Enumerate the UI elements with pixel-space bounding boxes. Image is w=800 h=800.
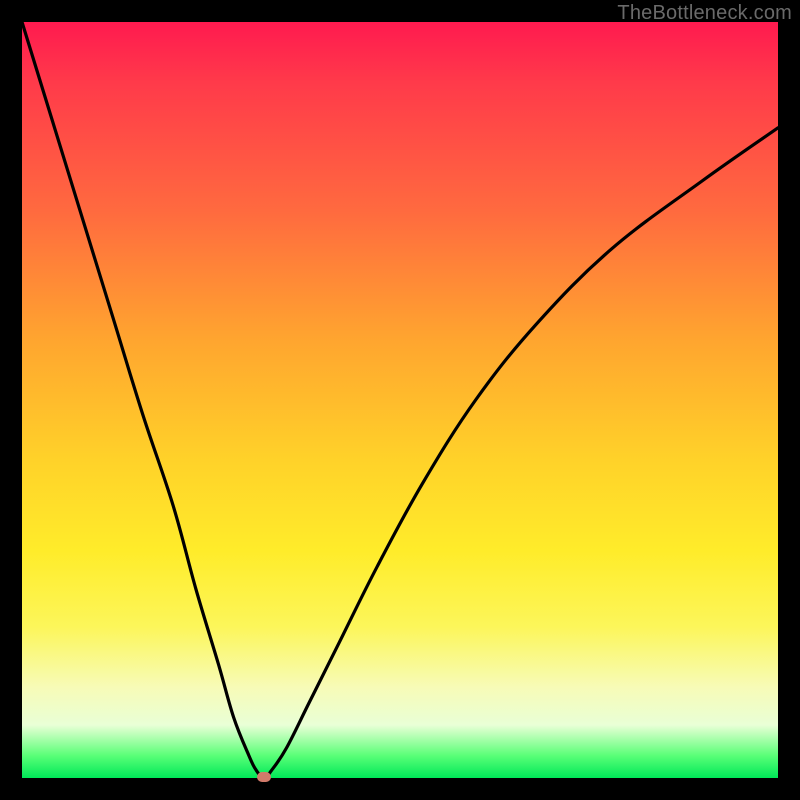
bottleneck-curve — [22, 22, 778, 778]
chart-frame: TheBottleneck.com — [0, 0, 800, 800]
optimal-point-marker — [257, 772, 271, 782]
watermark-text: TheBottleneck.com — [617, 2, 792, 25]
plot-area — [22, 22, 778, 778]
